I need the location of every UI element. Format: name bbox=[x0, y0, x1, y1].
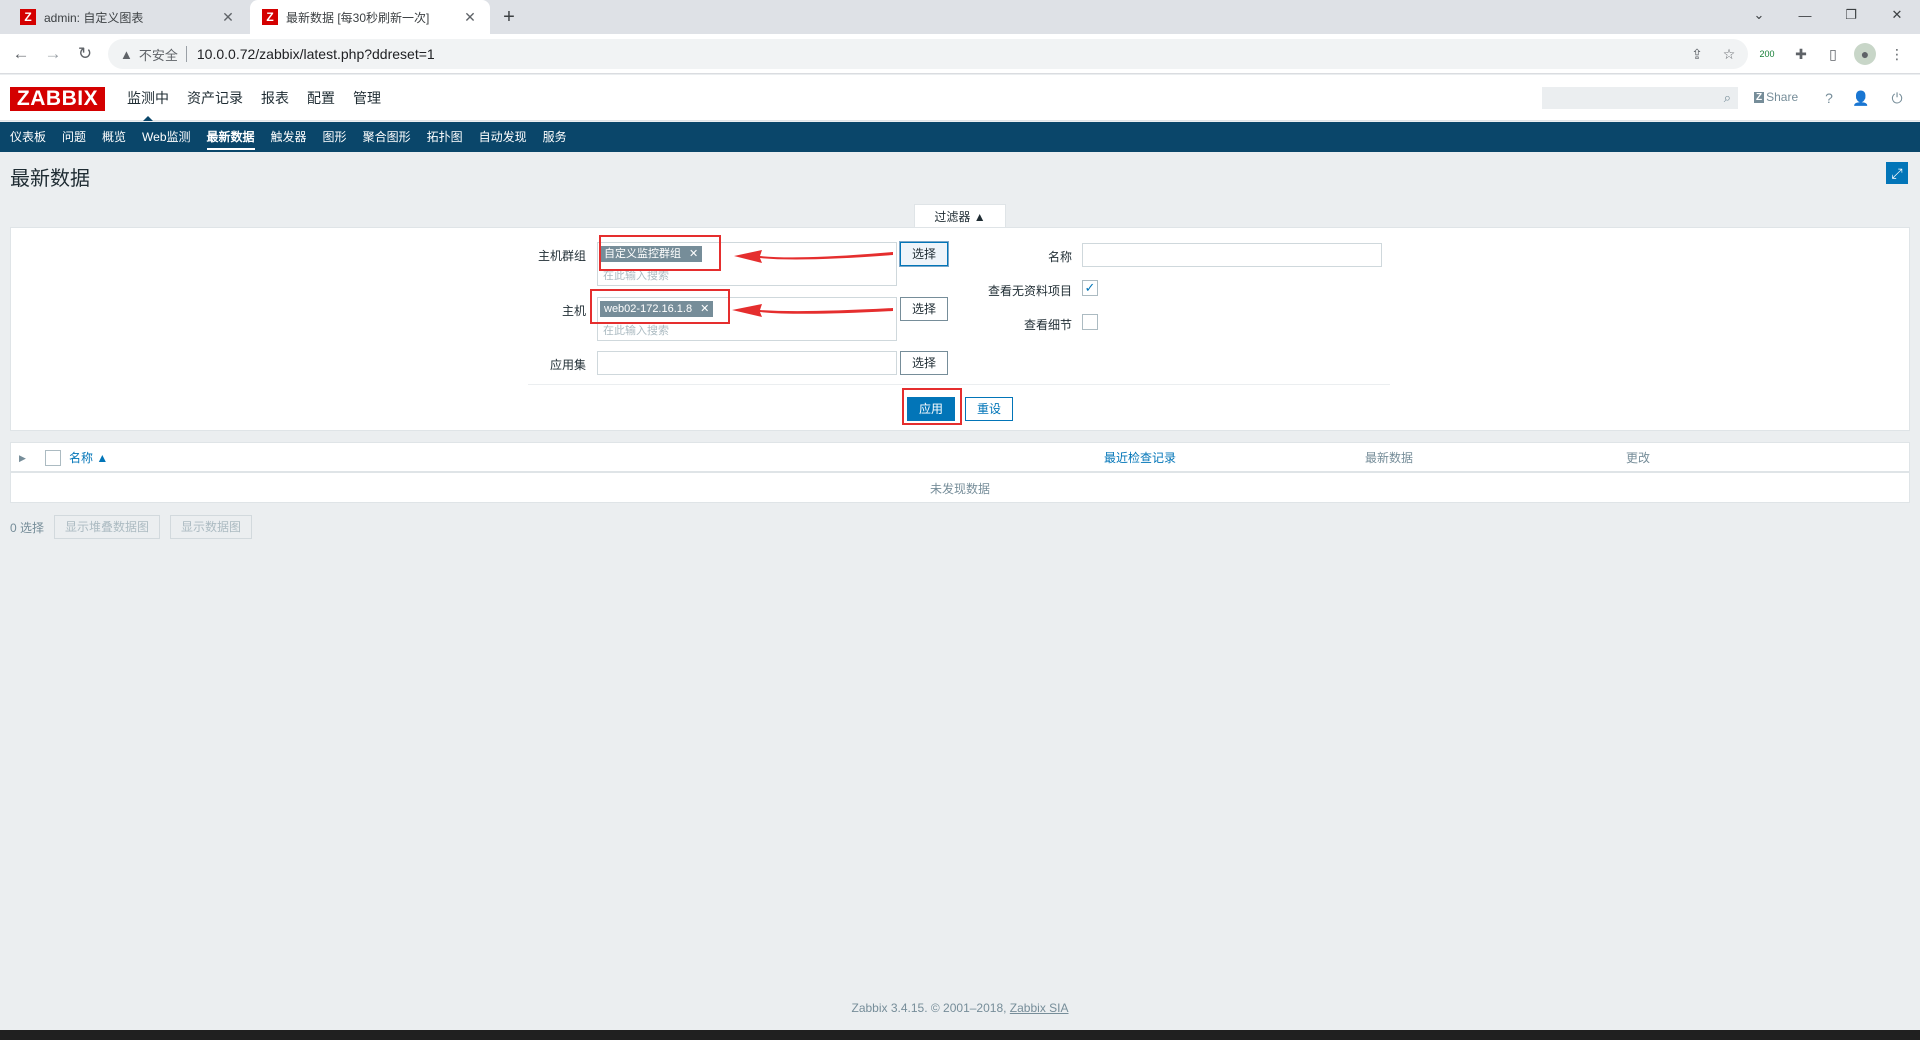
reset-button[interactable]: 重设 bbox=[965, 397, 1013, 421]
tab-title: 最新数据 [每30秒刷新一次] bbox=[286, 10, 430, 25]
submenu-maps[interactable]: 拓扑图 bbox=[419, 122, 471, 152]
show-details-checkbox[interactable] bbox=[1082, 314, 1098, 330]
side-panel-icon[interactable]: ▯ bbox=[1822, 43, 1844, 65]
zabbix-logo[interactable]: ZABBIX bbox=[10, 87, 105, 111]
filter-toggle-tab[interactable]: 过滤器 ▲ bbox=[914, 204, 1006, 228]
application-label: 应用集 bbox=[549, 358, 586, 372]
close-icon[interactable]: ✕ bbox=[462, 9, 478, 26]
submenu-web[interactable]: Web监测 bbox=[134, 122, 198, 152]
security-label: 不安全 bbox=[138, 47, 178, 63]
show-graph-button[interactable]: 显示数据图 bbox=[170, 515, 253, 539]
tab-title: admin: 自定义图表 bbox=[44, 10, 144, 25]
zabbix-header: ZABBIX 监测中 资产记录 报表 配置 管理 ⌕ Z Share ? 👤 ⏻ bbox=[0, 75, 1920, 121]
submenu-services[interactable]: 服务 bbox=[535, 122, 575, 152]
browser-tab-custom-graph[interactable]: Z admin: 自定义图表 ✕ bbox=[8, 0, 248, 34]
browser-tab-strip: Z admin: 自定义图表 ✕ Z 最新数据 [每30秒刷新一次] ✕ + ⌄… bbox=[0, 0, 1920, 34]
sub-menu: 仪表板 问题 概览 Web监测 最新数据 触发器 图形 聚合图形 拓扑图 自动发… bbox=[0, 122, 1920, 152]
host-group-label: 主机群组 bbox=[537, 249, 586, 263]
search-icon[interactable]: ⌕ bbox=[1724, 90, 1731, 106]
share-link[interactable]: Z Share bbox=[1754, 90, 1798, 104]
address-divider bbox=[185, 46, 187, 62]
submenu-triggers[interactable]: 触发器 bbox=[263, 122, 315, 152]
page-title: 最新数据 bbox=[10, 168, 90, 190]
share-label: Share bbox=[1766, 90, 1799, 104]
annotation-arrows bbox=[732, 250, 893, 317]
browser-toolbar: ← → ↻ ▲ 不安全 10.0.0.72/zabbix/latest.php?… bbox=[0, 34, 1920, 74]
zabbix-sia-link[interactable]: Zabbix SIA bbox=[1010, 1001, 1069, 1015]
no-data-message: 未发现数据 bbox=[929, 482, 990, 496]
url-text[interactable]: 10.0.0.72/zabbix/latest.php?ddreset=1 bbox=[197, 46, 435, 62]
bookmark-star-icon[interactable]: ☆ bbox=[1718, 43, 1740, 65]
more-menu-icon[interactable]: ⋮ bbox=[1886, 43, 1908, 65]
annotation-box-host-group bbox=[599, 235, 721, 271]
forward-arrow-icon[interactable]: → bbox=[42, 43, 64, 65]
fullscreen-icon[interactable]: ⤢ bbox=[1886, 162, 1908, 184]
global-search-input[interactable]: ⌕ bbox=[1542, 87, 1738, 109]
copyright-footer: Zabbix 3.4.15. © 2001–2018, Zabbix SIA bbox=[0, 1001, 1920, 1015]
show-without-data-label: 查看无资料项目 bbox=[987, 284, 1072, 298]
application-select-button[interactable]: 选择 bbox=[900, 351, 948, 375]
zabbix-favicon-icon: Z bbox=[262, 9, 278, 25]
column-name[interactable]: 名称 ▲ bbox=[69, 443, 108, 473]
share-page-icon[interactable]: ⇪ bbox=[1686, 43, 1708, 65]
column-last-check[interactable]: 最近检查记录 bbox=[1104, 443, 1176, 473]
application-input[interactable] bbox=[597, 351, 897, 375]
column-last-value: 最新数据 bbox=[1365, 451, 1414, 465]
extension-badge[interactable]: 200 bbox=[1756, 43, 1778, 65]
show-details-label: 查看细节 bbox=[1023, 318, 1072, 332]
submenu-problems[interactable]: 问题 bbox=[54, 122, 94, 152]
annotation-box-host bbox=[590, 289, 730, 324]
restore-icon[interactable]: ❐ bbox=[1828, 0, 1874, 30]
help-icon[interactable]: ? bbox=[1820, 89, 1838, 107]
submenu-overview[interactable]: 概览 bbox=[94, 122, 134, 152]
checkmark-icon: ✓ bbox=[1084, 280, 1096, 295]
column-change: 更改 bbox=[1626, 451, 1651, 465]
table-header: ▶ 名称 ▲ 最近检查记录 最新数据 更改 bbox=[11, 443, 1909, 473]
host-search-placeholder[interactable]: 在此输入搜索 bbox=[603, 322, 669, 338]
address-bar[interactable]: ▲ 不安全 10.0.0.72/zabbix/latest.php?ddrese… bbox=[108, 39, 1748, 69]
annotation-box-apply bbox=[902, 388, 962, 425]
warning-icon: ▲ bbox=[120, 46, 133, 62]
user-profile-icon[interactable]: 👤 bbox=[1852, 89, 1870, 107]
expand-triangle-icon[interactable]: ▶ bbox=[19, 443, 26, 473]
host-label: 主机 bbox=[561, 304, 586, 318]
submenu-discovery[interactable]: 自动发现 bbox=[471, 122, 535, 152]
extensions-puzzle-icon[interactable]: ✚ bbox=[1790, 43, 1812, 65]
latest-data-table: ▶ 名称 ▲ 最近检查记录 最新数据 更改 未发现数据 bbox=[10, 442, 1910, 503]
filter-divider bbox=[528, 384, 1390, 385]
zabbix-share-icon: Z bbox=[1754, 91, 1765, 103]
os-taskbar bbox=[0, 1030, 1920, 1040]
reload-icon[interactable]: ↻ bbox=[74, 43, 96, 65]
menu-item-inventory[interactable]: 资产记录 bbox=[178, 75, 252, 121]
menu-item-administration[interactable]: 管理 bbox=[344, 75, 390, 121]
select-all-checkbox[interactable] bbox=[45, 450, 61, 466]
submenu-latest-data[interactable]: 最新数据 bbox=[199, 122, 263, 152]
close-window-icon[interactable]: ✕ bbox=[1874, 0, 1920, 30]
menu-item-monitoring[interactable]: 监测中 bbox=[118, 75, 178, 121]
menu-item-reports[interactable]: 报表 bbox=[252, 75, 298, 121]
main-menu: 监测中 资产记录 报表 配置 管理 bbox=[118, 75, 390, 121]
show-without-data-checkbox[interactable]: ✓ bbox=[1082, 280, 1098, 296]
name-label: 名称 bbox=[1047, 250, 1072, 264]
close-icon[interactable]: ✕ bbox=[220, 9, 236, 26]
name-input[interactable] bbox=[1082, 243, 1382, 267]
submenu-dashboard[interactable]: 仪表板 bbox=[2, 122, 54, 152]
copyright-text: Zabbix 3.4.15. © 2001–2018, bbox=[851, 1001, 1010, 1015]
tab-search-chevron-down-icon[interactable]: ⌄ bbox=[1736, 0, 1782, 30]
submenu-graphs[interactable]: 图形 bbox=[315, 122, 355, 152]
browser-tab-latest-data[interactable]: Z 最新数据 [每30秒刷新一次] ✕ bbox=[250, 0, 490, 34]
zabbix-favicon-icon: Z bbox=[20, 9, 36, 25]
sign-out-power-icon[interactable]: ⏻ bbox=[1888, 89, 1906, 107]
new-tab-icon[interactable]: + bbox=[498, 6, 520, 28]
show-stacked-graph-button[interactable]: 显示堆叠数据图 bbox=[54, 515, 161, 539]
menu-item-configuration[interactable]: 配置 bbox=[298, 75, 344, 121]
minimize-icon[interactable]: — bbox=[1782, 0, 1828, 30]
selected-count: 0 选择 bbox=[10, 520, 45, 535]
profile-avatar[interactable]: ● bbox=[1854, 43, 1876, 65]
table-actions: 0 选择 显示堆叠数据图 显示数据图 bbox=[10, 515, 253, 539]
back-arrow-icon[interactable]: ← bbox=[10, 43, 32, 65]
submenu-screens[interactable]: 聚合图形 bbox=[355, 122, 419, 152]
